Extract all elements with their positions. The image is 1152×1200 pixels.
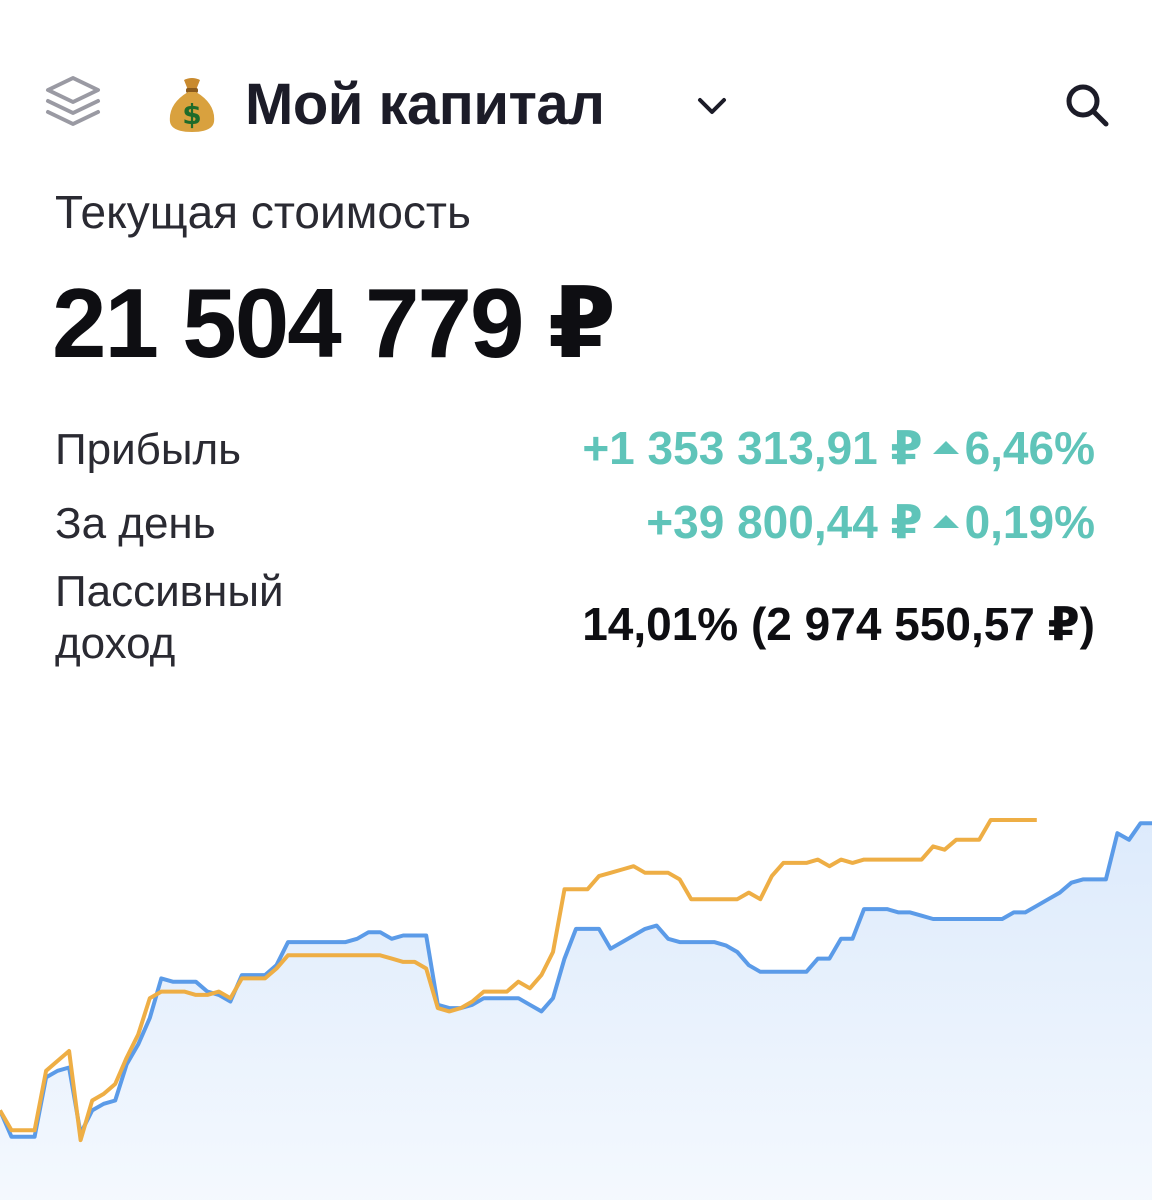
day-percent: 0,19%	[964, 496, 1095, 548]
passive-income-label-line2: доход	[55, 619, 176, 668]
passive-income-label-line1: Пассивный	[55, 567, 284, 616]
portfolio-title[interactable]: Мой капитал	[245, 70, 605, 140]
triangle-up-icon	[932, 441, 959, 455]
triangle-up-icon	[932, 515, 959, 529]
profit-label: Прибыль	[55, 425, 242, 474]
day-value: +39 800,44 ₽	[646, 496, 923, 548]
profit-value: +1 353 313,91 ₽	[582, 422, 923, 474]
portfolio-area	[0, 823, 1152, 1200]
profit-value-group: +1 353 313,91 ₽ 6,46%	[582, 420, 1095, 476]
chevron-down-icon[interactable]	[692, 88, 732, 122]
day-label: За день	[55, 499, 216, 548]
search-icon[interactable]	[1062, 80, 1112, 130]
header: $ Мой капитал	[40, 68, 1112, 148]
money-bag-icon: $	[169, 78, 215, 132]
passive-income-value: 14,01% (2 974 550,57 ₽)	[582, 598, 1095, 650]
current-value: 21 504 779 ₽	[52, 268, 616, 378]
current-value-label: Текущая стоимость	[55, 186, 471, 238]
passive-income-label: Пассивный доход	[55, 566, 284, 670]
layers-icon[interactable]	[40, 70, 106, 136]
portfolio-chart[interactable]	[0, 780, 1152, 1200]
svg-text:$: $	[182, 98, 201, 131]
profit-percent: 6,46%	[964, 422, 1095, 474]
day-value-group: +39 800,44 ₽ 0,19%	[646, 494, 1095, 550]
